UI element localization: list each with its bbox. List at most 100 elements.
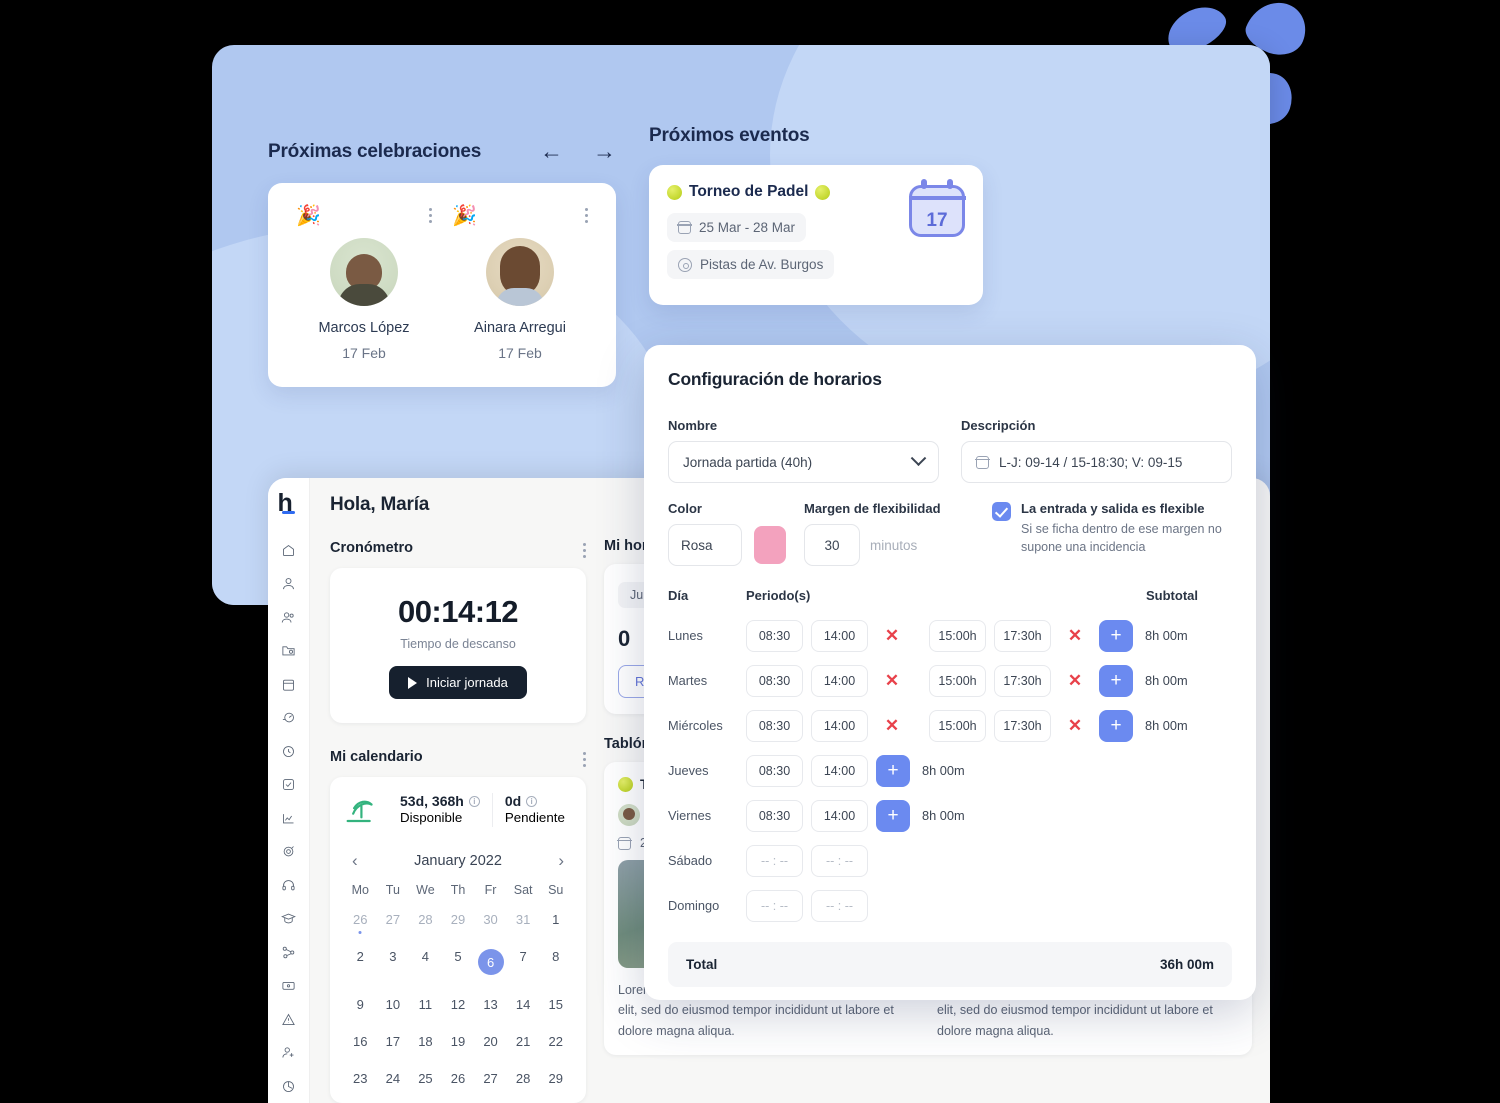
celebration-item[interactable]: 🎉 Ainara Arregui 17 Feb bbox=[442, 203, 598, 361]
sidebar-item-home[interactable] bbox=[268, 534, 310, 568]
margin-input[interactable]: 30 bbox=[804, 524, 860, 566]
add-period-button[interactable]: + bbox=[876, 799, 910, 832]
period-end-input[interactable]: -- : -- bbox=[811, 844, 868, 877]
calendar-day[interactable]: 1 bbox=[539, 905, 572, 934]
calendar-day[interactable]: 14 bbox=[507, 990, 540, 1019]
sidebar-item-incidents[interactable] bbox=[268, 1003, 310, 1037]
calendar-day[interactable]: 25 bbox=[409, 1064, 442, 1093]
calendar-day[interactable]: 28 bbox=[409, 905, 442, 934]
calendar-prev-month-button[interactable]: ‹ bbox=[352, 851, 358, 871]
timer-menu-button[interactable] bbox=[583, 538, 586, 558]
period-start-input[interactable]: 08:30 bbox=[746, 619, 803, 652]
calendar-day[interactable]: 29 bbox=[442, 905, 475, 934]
calendar-day[interactable]: 12 bbox=[442, 990, 475, 1019]
calendar-day[interactable]: 23 bbox=[344, 1064, 377, 1093]
remove-period-button[interactable]: ✕ bbox=[876, 620, 908, 652]
period-end-input[interactable]: 14:00 bbox=[811, 799, 868, 832]
remove-period-button[interactable]: ✕ bbox=[1059, 665, 1091, 697]
sidebar-item-goals[interactable] bbox=[268, 835, 310, 869]
calendar-next-month-button[interactable]: › bbox=[558, 851, 564, 871]
calendar-day[interactable]: 5 bbox=[442, 942, 475, 982]
period-end-input[interactable]: 17:30h bbox=[994, 619, 1051, 652]
color-input[interactable]: Rosa bbox=[668, 524, 742, 566]
calendar-day[interactable]: 10 bbox=[377, 990, 410, 1019]
calendar-day[interactable]: 20 bbox=[474, 1027, 507, 1056]
description-input[interactable]: L-J: 09-14 / 15-18:30; V: 09-15 bbox=[961, 441, 1232, 483]
calendar-day[interactable]: 18 bbox=[409, 1027, 442, 1056]
sidebar-item-calendar[interactable] bbox=[268, 668, 310, 702]
sidebar-item-profile[interactable] bbox=[268, 567, 310, 601]
calendar-day[interactable]: 6 bbox=[474, 942, 507, 982]
period-end-input[interactable]: 14:00 bbox=[811, 709, 868, 742]
add-period-button[interactable]: + bbox=[1099, 664, 1133, 697]
calendar-menu-button[interactable] bbox=[583, 747, 586, 767]
period-start-input[interactable]: -- : -- bbox=[746, 844, 803, 877]
sidebar-item-tasks[interactable] bbox=[268, 768, 310, 802]
calendar-day[interactable]: 24 bbox=[377, 1064, 410, 1093]
period-end-input[interactable]: 14:00 bbox=[811, 664, 868, 697]
sidebar-item-recruiting[interactable] bbox=[268, 1036, 310, 1070]
sidebar-item-payroll[interactable] bbox=[268, 969, 310, 1003]
event-card[interactable]: Torneo de Padel 25 Mar - 28 Mar Pistas d… bbox=[649, 165, 983, 305]
calendar-day[interactable]: 26 bbox=[442, 1064, 475, 1093]
calendar-day[interactable]: 11 bbox=[409, 990, 442, 1019]
start-workday-button[interactable]: Iniciar jornada bbox=[389, 666, 527, 699]
calendar-day[interactable]: 31 bbox=[507, 905, 540, 934]
color-swatch[interactable] bbox=[753, 526, 786, 564]
period-end-input[interactable]: 14:00 bbox=[811, 619, 868, 652]
calendar-day[interactable]: 9 bbox=[344, 990, 377, 1019]
sidebar-item-documents[interactable] bbox=[268, 634, 310, 668]
calendar-day[interactable]: 2 bbox=[344, 942, 377, 982]
calendar-day[interactable]: 3 bbox=[377, 942, 410, 982]
sidebar-item-workflow[interactable] bbox=[268, 936, 310, 970]
add-period-button[interactable]: + bbox=[1099, 709, 1133, 742]
calendar-day[interactable]: 27 bbox=[474, 1064, 507, 1093]
calendar-day[interactable]: 15 bbox=[539, 990, 572, 1019]
sidebar-item-training[interactable] bbox=[268, 902, 310, 936]
name-select[interactable]: Jornada partida (40h) bbox=[668, 441, 939, 483]
calendar-day[interactable]: 7 bbox=[507, 942, 540, 982]
period-start-input[interactable]: -- : -- bbox=[746, 889, 803, 922]
app-logo[interactable]: h bbox=[278, 491, 300, 518]
calendar-day[interactable]: 21 bbox=[507, 1027, 540, 1056]
calendar-day[interactable]: 16 bbox=[344, 1027, 377, 1056]
remove-period-button[interactable]: ✕ bbox=[1059, 620, 1091, 652]
celebration-menu-button[interactable] bbox=[429, 203, 432, 223]
period-start-input[interactable]: 15:00h bbox=[929, 664, 986, 697]
calendar-day[interactable]: 19 bbox=[442, 1027, 475, 1056]
calendar-day[interactable]: 17 bbox=[377, 1027, 410, 1056]
period-start-input[interactable]: 08:30 bbox=[746, 799, 803, 832]
flexible-checkbox[interactable] bbox=[992, 502, 1011, 521]
sidebar-item-team[interactable] bbox=[268, 601, 310, 635]
info-icon[interactable]: i bbox=[468, 795, 480, 807]
period-end-input[interactable]: 14:00 bbox=[811, 754, 868, 787]
period-start-input[interactable]: 08:30 bbox=[746, 709, 803, 742]
sidebar-item-analytics[interactable] bbox=[268, 1070, 310, 1103]
add-period-button[interactable]: + bbox=[876, 754, 910, 787]
sidebar-item-support[interactable] bbox=[268, 869, 310, 903]
calendar-day[interactable]: 28 bbox=[507, 1064, 540, 1093]
info-icon[interactable]: i bbox=[526, 795, 538, 807]
period-start-input[interactable]: 15:00h bbox=[929, 709, 986, 742]
celebration-item[interactable]: 🎉 Marcos López 17 Feb bbox=[286, 203, 442, 361]
calendar-day[interactable]: 13 bbox=[474, 990, 507, 1019]
calendar-day[interactable]: 30 bbox=[474, 905, 507, 934]
period-end-input[interactable]: -- : -- bbox=[811, 889, 868, 922]
calendar-day[interactable]: 27 bbox=[377, 905, 410, 934]
period-start-input[interactable]: 08:30 bbox=[746, 664, 803, 697]
remove-period-button[interactable]: ✕ bbox=[1059, 710, 1091, 742]
sidebar-item-time[interactable] bbox=[268, 735, 310, 769]
remove-period-button[interactable]: ✕ bbox=[876, 710, 908, 742]
period-start-input[interactable]: 15:00h bbox=[929, 619, 986, 652]
add-period-button[interactable]: + bbox=[1099, 619, 1133, 652]
calendar-day[interactable]: 8 bbox=[539, 942, 572, 982]
celebration-menu-button[interactable] bbox=[585, 203, 588, 223]
period-end-input[interactable]: 17:30h bbox=[994, 709, 1051, 742]
period-start-input[interactable]: 08:30 bbox=[746, 754, 803, 787]
sidebar-item-reports[interactable] bbox=[268, 802, 310, 836]
celebrations-next-button[interactable]: → bbox=[593, 140, 616, 163]
sidebar-item-performance[interactable] bbox=[268, 701, 310, 735]
calendar-day[interactable]: 29 bbox=[539, 1064, 572, 1093]
calendar-day[interactable]: 26 bbox=[344, 905, 377, 934]
remove-period-button[interactable]: ✕ bbox=[876, 665, 908, 697]
